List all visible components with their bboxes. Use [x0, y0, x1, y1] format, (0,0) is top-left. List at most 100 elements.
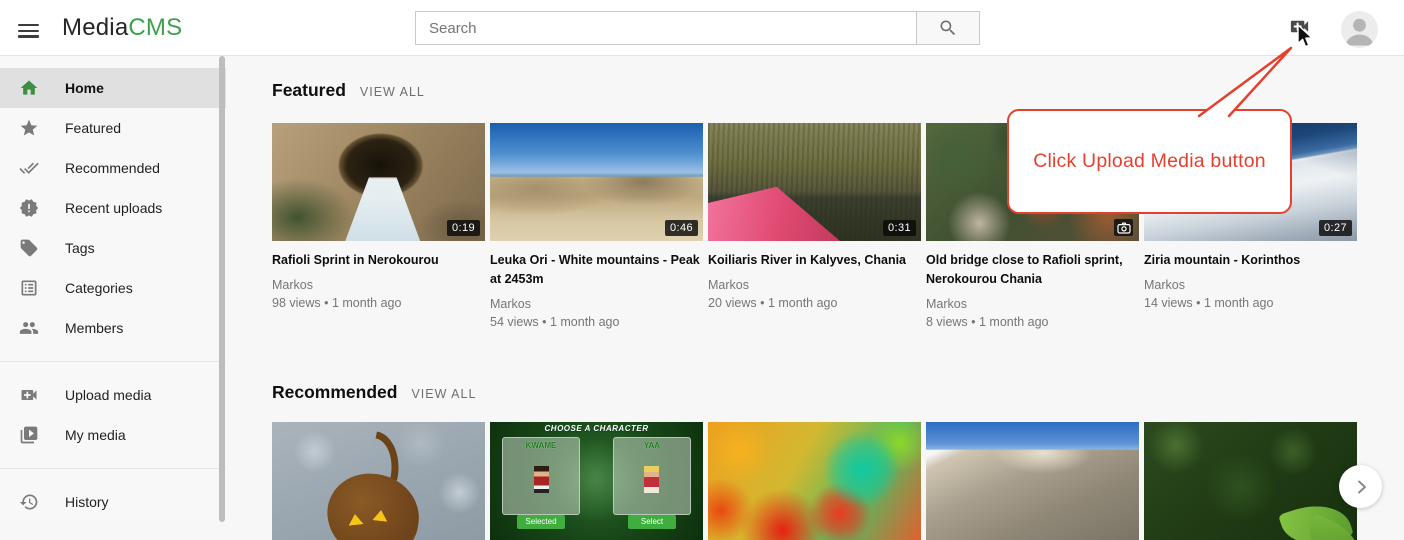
upload-media-icon: [1288, 15, 1311, 38]
video-card: [926, 422, 1139, 540]
video-title[interactable]: Koiliaris River in Kalyves, Chania: [708, 251, 926, 270]
video-title[interactable]: Leuka Ori - White mountains - Peak at 24…: [490, 251, 708, 289]
recommended-section: Recommended VIEW ALL CHOOSE A CHARACTER …: [272, 382, 1404, 540]
tag-icon: [19, 238, 39, 258]
video-card: [272, 422, 485, 540]
view-all-link[interactable]: VIEW ALL: [411, 387, 476, 401]
new-releases-icon: [19, 198, 39, 218]
sidebar-item-my-media[interactable]: My media: [0, 415, 226, 455]
sidebar-item-upload-media[interactable]: Upload media: [0, 375, 226, 415]
video-thumbnail[interactable]: 0:46: [490, 123, 703, 241]
character-sprite: [534, 466, 549, 493]
character-sprite: [644, 466, 659, 493]
sidebar-item-home[interactable]: Home: [0, 68, 226, 108]
sidebar-item-history[interactable]: History: [0, 482, 226, 522]
video-title[interactable]: Rafioli Sprint in Nerokourou: [272, 251, 490, 270]
character-name: YAA: [613, 441, 691, 450]
sidebar: Home Featured Recommended Recent uploads…: [0, 56, 226, 522]
upload-media-button[interactable]: [1286, 15, 1312, 41]
view-all-link[interactable]: VIEW ALL: [360, 85, 425, 99]
video-thumbnail[interactable]: [926, 422, 1139, 540]
home-icon: [19, 78, 39, 98]
search-input[interactable]: [415, 11, 917, 45]
pumpkin-shape: [322, 468, 425, 540]
video-card: CHOOSE A CHARACTER KWAME YAA Selected Se…: [490, 422, 703, 540]
annotation-text: Click Upload Media button: [1033, 150, 1266, 173]
logo-text-media: Media: [62, 14, 128, 41]
sidebar-item-recommended[interactable]: Recommended: [0, 148, 226, 188]
video-thumbnail[interactable]: [272, 422, 485, 540]
camera-icon: [1117, 222, 1131, 234]
star-icon: [19, 118, 39, 138]
video-meta: 14 views • 1 month ago: [1144, 294, 1357, 312]
sidebar-nav: Home Featured Recommended Recent uploads…: [0, 56, 226, 522]
video-thumbnail[interactable]: 0:31: [708, 123, 921, 241]
sidebar-item-label: Featured: [65, 120, 121, 136]
video-author[interactable]: Markos: [1144, 276, 1357, 294]
search-bar: [415, 11, 980, 45]
sidebar-item-label: Upload media: [65, 387, 151, 403]
video-author[interactable]: Markos: [490, 295, 703, 313]
section-header: Featured VIEW ALL: [272, 80, 1404, 101]
duration-badge: 0:27: [1319, 220, 1352, 236]
sidebar-item-tags[interactable]: Tags: [0, 228, 226, 268]
sidebar-item-label: History: [65, 494, 109, 510]
recommended-cards-row: CHOOSE A CHARACTER KWAME YAA Selected Se…: [272, 422, 1404, 540]
game-heading-text: CHOOSE A CHARACTER: [490, 424, 703, 433]
search-icon: [938, 18, 958, 38]
user-avatar[interactable]: [1341, 11, 1378, 48]
duration-badge: 0:19: [447, 220, 480, 236]
sidebar-item-label: Members: [65, 320, 123, 336]
video-card: 0:31 Koiliaris River in Kalyves, Chania …: [708, 123, 921, 330]
video-title[interactable]: Old bridge close to Rafioli sprint, Nero…: [926, 251, 1144, 289]
my-media-icon: [19, 425, 39, 445]
sidebar-scrollbar[interactable]: [219, 56, 225, 522]
selected-button-label: Selected: [517, 515, 565, 529]
sidebar-item-featured[interactable]: Featured: [0, 108, 226, 148]
carousel-next-button[interactable]: [1339, 465, 1382, 508]
sidebar-item-members[interactable]: Members: [0, 308, 226, 348]
video-meta: 8 views • 1 month ago: [926, 313, 1139, 331]
video-meta: 54 views • 1 month ago: [490, 313, 703, 331]
video-meta: 98 views • 1 month ago: [272, 294, 485, 312]
sidebar-item-label: Categories: [65, 280, 133, 296]
sidebar-item-categories[interactable]: Categories: [0, 268, 226, 308]
sidebar-divider: [0, 361, 226, 362]
hamburger-icon: [18, 24, 39, 26]
section-title: Featured: [272, 80, 346, 101]
video-author[interactable]: Markos: [926, 295, 1139, 313]
video-author[interactable]: Markos: [708, 276, 921, 294]
video-card: 0:19 Rafioli Sprint in Nerokourou Markos…: [272, 123, 485, 330]
app-logo[interactable]: MediaCMS: [62, 0, 182, 56]
logo-text-cms: CMS: [128, 14, 182, 41]
sidebar-divider: [0, 468, 226, 469]
video-author[interactable]: Markos: [272, 276, 485, 294]
video-meta: 20 views • 1 month ago: [708, 294, 921, 312]
sidebar-item-label: Home: [65, 80, 104, 96]
select-button-label: Select: [628, 515, 676, 529]
video-card: [1144, 422, 1357, 540]
video-thumbnail[interactable]: 0:19: [272, 123, 485, 241]
photo-badge: [1114, 219, 1133, 236]
video-thumbnail[interactable]: [1144, 422, 1357, 540]
section-header: Recommended VIEW ALL: [272, 382, 1404, 403]
done-all-icon: [19, 158, 39, 178]
video-title[interactable]: Ziria mountain - Korinthos: [1144, 251, 1362, 270]
video-thumbnail[interactable]: [708, 422, 921, 540]
sidebar-item-label: Recommended: [65, 160, 160, 176]
character-name: KWAME: [502, 441, 580, 450]
members-icon: [19, 318, 39, 338]
video-card: 0:46 Leuka Ori - White mountains - Peak …: [490, 123, 703, 330]
sidebar-item-label: My media: [65, 427, 126, 443]
top-bar: MediaCMS: [0, 0, 1404, 56]
menu-toggle-button[interactable]: [14, 16, 44, 42]
sidebar-item-label: Recent uploads: [65, 200, 162, 216]
sidebar-item-label: Tags: [65, 240, 95, 256]
history-icon: [19, 492, 39, 512]
search-button[interactable]: [917, 11, 980, 45]
chevron-right-icon: [1351, 477, 1371, 497]
duration-badge: 0:31: [883, 220, 916, 236]
avatar-icon: [1341, 11, 1378, 48]
sidebar-item-recent-uploads[interactable]: Recent uploads: [0, 188, 226, 228]
video-thumbnail[interactable]: CHOOSE A CHARACTER KWAME YAA Selected Se…: [490, 422, 703, 540]
